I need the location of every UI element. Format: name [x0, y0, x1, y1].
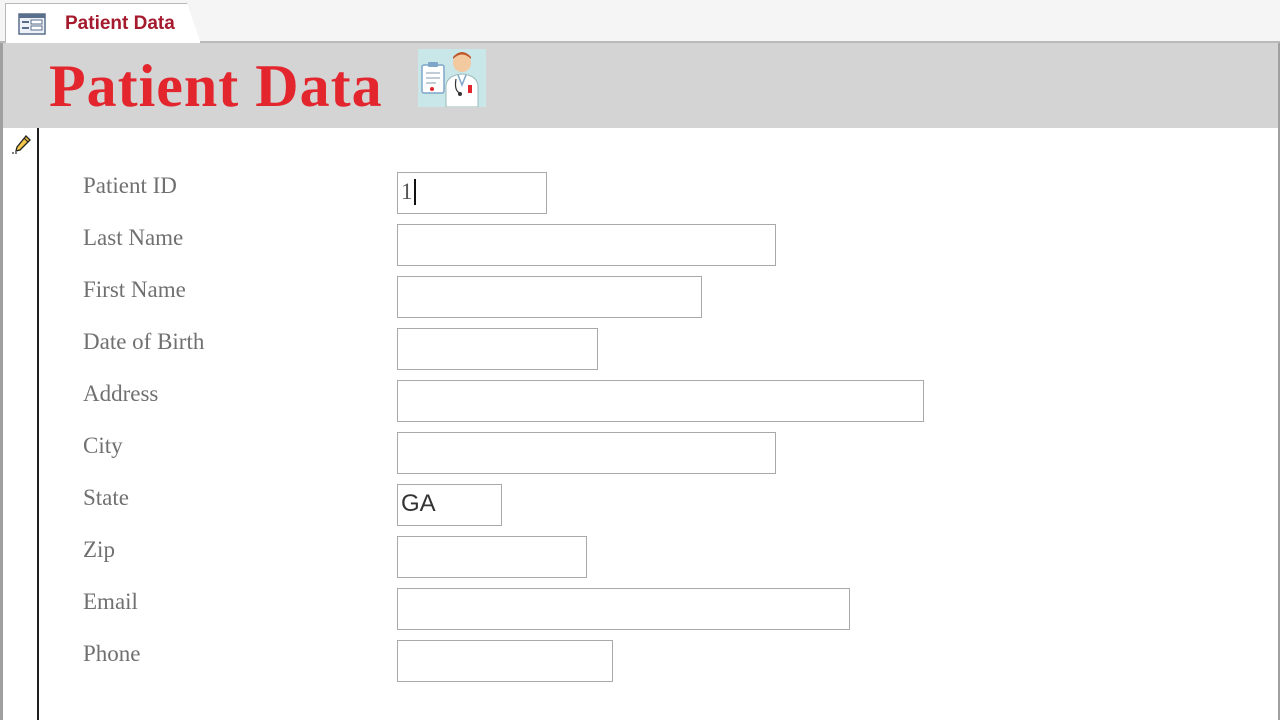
- zip-field[interactable]: [397, 536, 587, 578]
- tab-label: Patient Data: [65, 13, 175, 34]
- tab-patient-data[interactable]: Patient Data: [5, 3, 201, 44]
- date-of-birth-field[interactable]: [397, 328, 598, 370]
- last-name-label: Last Name: [83, 225, 184, 250]
- patient-id-field[interactable]: 1: [397, 172, 547, 214]
- email-field[interactable]: [397, 588, 850, 630]
- date-of-birth-label: Date of Birth: [83, 329, 205, 354]
- address-field[interactable]: [397, 380, 924, 422]
- form-title: Patient Data: [49, 53, 383, 119]
- first-name-label: First Name: [83, 277, 186, 302]
- email-label: Email: [83, 589, 138, 614]
- patient-id-label: Patient ID: [83, 173, 177, 198]
- city-label: City: [83, 433, 123, 458]
- first-name-field[interactable]: [397, 276, 702, 318]
- form-header: Patient Data: [3, 43, 1278, 128]
- phone-label: Phone: [83, 641, 141, 666]
- address-label: Address: [83, 381, 159, 406]
- document-tab-strip: Patient Data: [0, 0, 1280, 44]
- doctor-illustration-icon: [418, 49, 486, 108]
- last-name-field[interactable]: [397, 224, 776, 266]
- city-field[interactable]: [397, 432, 776, 474]
- pencil-icon: [11, 132, 35, 156]
- zip-label: Zip: [83, 537, 115, 562]
- patient-id-value: 1: [401, 179, 413, 204]
- form-icon: [18, 13, 46, 35]
- state-label: State: [83, 485, 129, 510]
- state-field[interactable]: GA: [397, 484, 502, 526]
- text-cursor: [413, 178, 416, 205]
- record-selector[interactable]: [3, 128, 39, 720]
- phone-field[interactable]: [397, 640, 613, 682]
